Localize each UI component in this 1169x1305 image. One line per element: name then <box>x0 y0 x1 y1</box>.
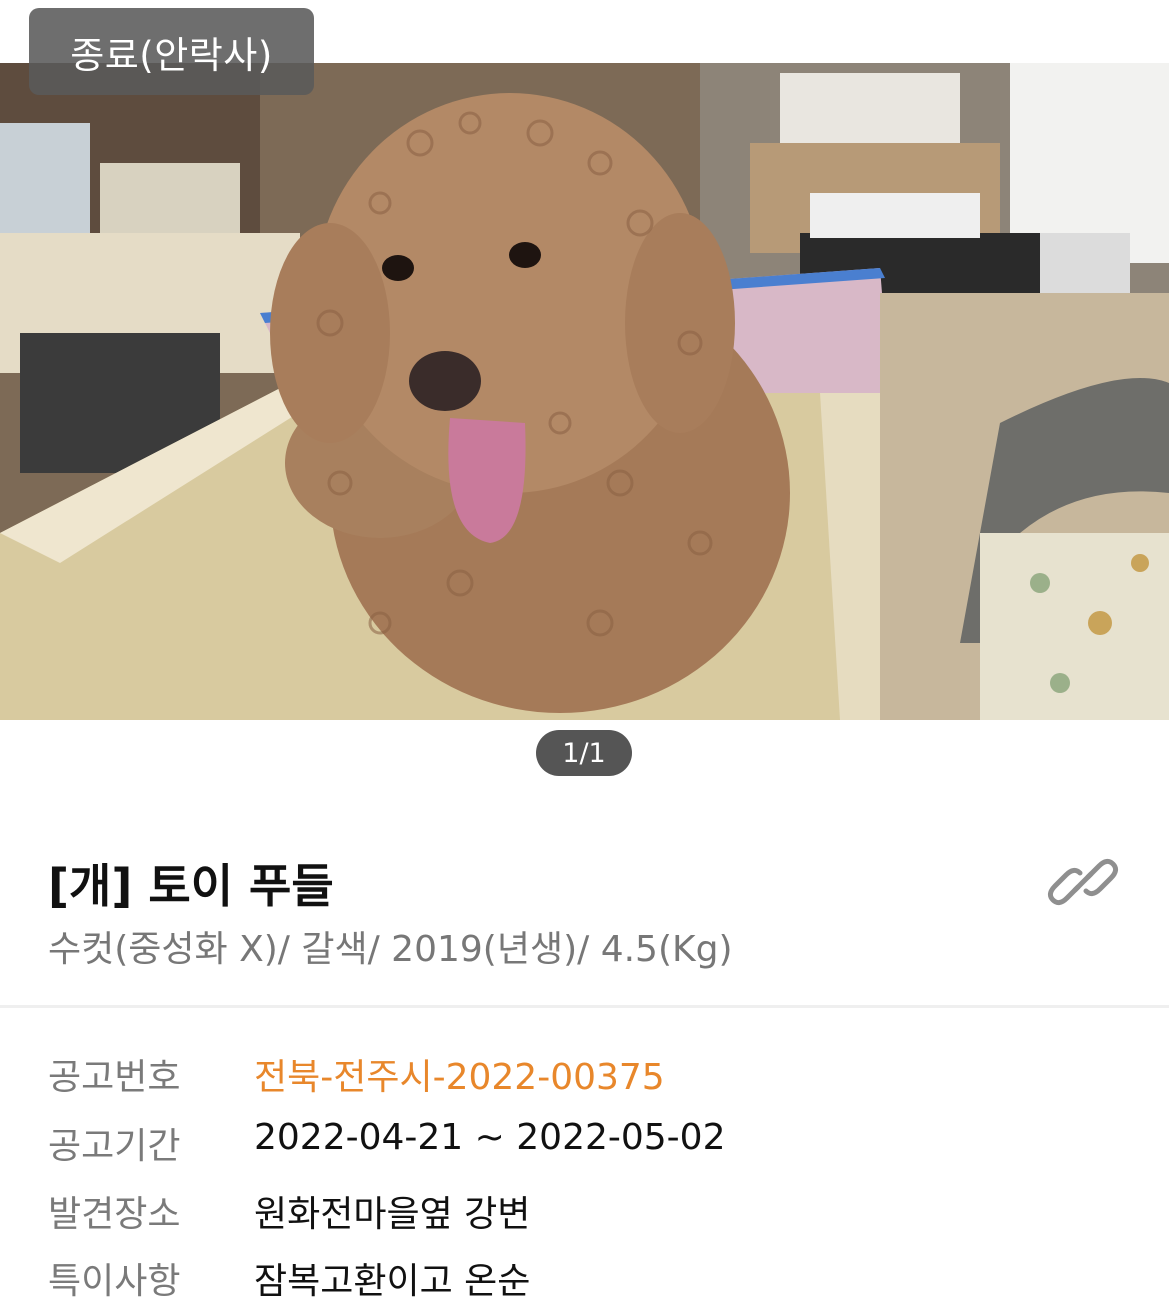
animal-photo[interactable] <box>0 63 1169 720</box>
special-notes-value: 잠복고환이고 온순 <box>254 1261 531 1302</box>
detail-row-notice-number: 공고번호 전북-전주시-2022-00375 <box>48 1048 1148 1108</box>
detail-label: 특이사항 <box>48 1261 181 1302</box>
detail-row-special-notes: 특이사항 잠복고환이고 온순 <box>48 1252 1148 1305</box>
status-badge: 종료(안락사) <box>29 8 314 95</box>
notice-number-value: 전북-전주시-2022-00375 <box>254 1057 665 1098</box>
detail-label: 발견장소 <box>48 1194 181 1235</box>
detail-row-notice-period: 공고기간 2022-04-21 ~ 2022-05-02 <box>48 1117 1148 1177</box>
pager-label: 1/1 <box>562 737 606 769</box>
animal-title: [개] 토이 푸들 <box>48 859 334 913</box>
section-divider <box>0 1005 1169 1008</box>
detail-label: 공고기간 <box>48 1126 181 1167</box>
notice-period-value: 2022-04-21 ~ 2022-05-02 <box>254 1117 726 1158</box>
animal-subtitle: 수컷(중성화 X)/ 갈색/ 2019(년생)/ 4.5(Kg) <box>48 929 733 970</box>
link-icon <box>1047 858 1119 906</box>
share-link-button[interactable] <box>1040 842 1126 922</box>
status-label: 종료(안락사) <box>70 33 273 77</box>
detail-label: 공고번호 <box>48 1057 181 1098</box>
found-location-value: 원화전마을옆 강변 <box>254 1194 531 1235</box>
detail-row-found-location: 발견장소 원화전마을옆 강변 <box>48 1185 1148 1245</box>
poodle-photo-illustration <box>0 63 1169 720</box>
photo-pager: 1/1 <box>536 730 632 776</box>
